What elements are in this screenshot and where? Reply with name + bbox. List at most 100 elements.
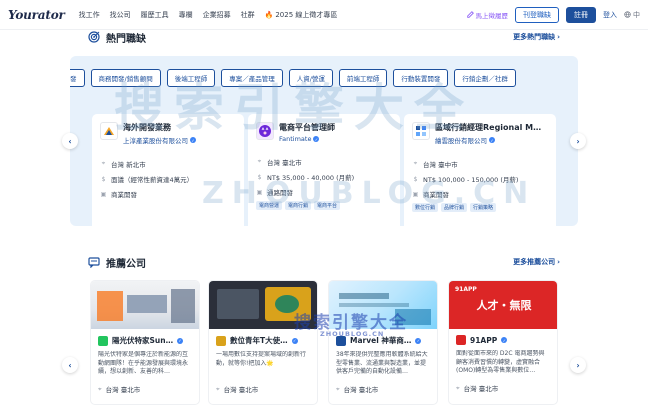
location-pin-icon: ⌖ (336, 384, 340, 393)
nav-find-jobs[interactable]: 找工作 (79, 10, 100, 20)
location-pin-icon: ⌖ (101, 160, 106, 167)
91app-cover-logo: 91APP (455, 286, 477, 293)
skill-chip[interactable]: 品牌行銷 (441, 203, 468, 212)
company-location: ⌖ 台灣 臺北市 (336, 384, 379, 395)
job-title[interactable]: 區域行銷經理Regional M… (435, 122, 541, 133)
company-card[interactable]: 數位青年T大使… ✓ 一場用數位支持提案場域的創新行動，就等你!把加入🌟 ⌖ 台灣… (208, 280, 318, 405)
money-icon: $ (413, 175, 418, 183)
company-name[interactable]: Fantimate ✓ (279, 135, 335, 143)
companies-next-button[interactable]: › (570, 357, 586, 373)
nav-online-job-fair[interactable]: 🔥 2025 線上徵才專區 (265, 10, 338, 20)
category-tag[interactable]: 前端工程師 (338, 69, 388, 87)
category-tag[interactable]: 人資/營運 (288, 69, 333, 87)
money-icon: $ (101, 175, 106, 183)
verified-icon: ✓ (177, 337, 184, 344)
category-tag[interactable]: 商務開發/銷售顧問 (90, 69, 161, 87)
category-tag[interactable]: 行動裝置開發 (393, 69, 449, 87)
nav-community[interactable]: 社群 (241, 10, 255, 20)
companies-prev-button[interactable]: ‹ (62, 357, 78, 373)
company-logo (456, 335, 466, 345)
skill-chip[interactable]: 行銷策略 (470, 203, 497, 212)
company-card[interactable]: 陽光伏特家Sun… ✓ 陽光伏特家是個專注於新能源的互動網團隊！在乎能源發展與環… (90, 280, 200, 405)
chevron-right-icon: › (557, 258, 560, 266)
more-hot-jobs-link[interactable]: 更多熱門職缺 › (513, 32, 560, 42)
more-hot-jobs-label: 更多熱門職缺 (513, 33, 556, 41)
register-button[interactable]: 註冊 (566, 7, 596, 23)
more-companies-link[interactable]: 更多推薦公司 › (513, 257, 560, 267)
company-cover-image (329, 281, 437, 329)
job-location: ⌖ 台灣 臺北市 (257, 158, 302, 167)
hot-jobs-heading: 熱門職缺 更多熱門職缺 › (88, 29, 560, 45)
company-name[interactable]: 繪雲股份有限公司 ✓ (435, 135, 541, 145)
company-cover-image: 91APP 人才・無限 (449, 281, 557, 329)
verified-icon: ✓ (291, 337, 298, 344)
nav-columns[interactable]: 專欄 (179, 10, 193, 20)
nav-online-job-fair-label: 2025 線上徵才專區 (275, 10, 338, 19)
company-logo (336, 335, 346, 346)
cover-slogan: 人才・無限 (476, 299, 532, 312)
post-job-button[interactable]: 刊登職缺 (515, 7, 559, 23)
location-pin-icon: ⌖ (98, 384, 102, 393)
recommended-companies-heading: 推薦公司 更多推薦公司 › (88, 254, 560, 270)
company-name[interactable]: 91APP (470, 336, 497, 345)
company-description: 38年來提供完整應用軟體系統給大型零售業、流通業與製造業，並提供客戶完備的自動化… (336, 351, 428, 376)
chevron-right-icon: › (557, 33, 560, 41)
category-tag[interactable]: 發 (70, 69, 85, 87)
company-name[interactable]: 數位青年T大使… (230, 335, 288, 346)
job-salary: $ NT$ 100,000 - 150,000 (月薪) (413, 175, 519, 185)
nav-resume-tools[interactable]: 履歷工具 (141, 10, 169, 20)
nav-employer-recruit[interactable]: 企業招募 (203, 10, 231, 20)
job-location: ⌖ 台灣 新北市 (101, 160, 146, 169)
money-icon: $ (257, 173, 262, 181)
globe-icon (624, 10, 631, 20)
carousel-next-button[interactable]: › (570, 133, 586, 149)
job-skill-tags: 數位行銷 品牌行銷 行銷策略 (412, 203, 548, 212)
job-salary: $ NT$ 35,000 - 40,000 (月薪) (257, 173, 355, 183)
category-tag[interactable]: 專案／產品管理 (221, 69, 283, 87)
company-cover-image (91, 281, 199, 329)
top-navigation-bar: Yourator 找工作 找公司 履歷工具 專欄 企業招募 社群 🔥 2025 … (0, 0, 648, 30)
verified-icon: ✓ (415, 337, 422, 344)
job-category: ▣ 通路開發 (256, 188, 293, 198)
language-switcher[interactable]: 中 (624, 10, 640, 20)
edit-icon (466, 10, 474, 20)
main-nav: 找工作 找公司 履歷工具 專欄 企業招募 社群 🔥 2025 線上徵才專區 (79, 10, 338, 20)
briefcase-icon: ▣ (412, 190, 419, 198)
company-name[interactable]: 陽光伏特家Sun… (112, 335, 173, 346)
login-link[interactable]: 登入 (603, 10, 617, 20)
header-actions: 馬上徵履歷 刊登職缺 註冊 登入 中 (466, 7, 640, 23)
company-name-label: 上淳產業股份有限公司 (123, 137, 188, 145)
company-logo (100, 122, 118, 140)
category-tag[interactable]: 行銷企劃／社群 (454, 69, 516, 87)
hire-resume-label: 馬上徵履歷 (475, 12, 509, 20)
job-card[interactable]: 區域行銷經理Regional M… 繪雲股份有限公司 ✓ ⌖ 台灣 臺中市 $ NT… (404, 114, 556, 226)
company-logo (98, 335, 108, 346)
verified-icon: ✓ (489, 137, 495, 143)
verified-icon: ✓ (313, 136, 320, 142)
yourator-logo[interactable]: Yourator (8, 8, 65, 22)
job-card[interactable]: 電商平台管理師 Fantimate ✓ ⌖ 台灣 臺北市 $ NT$ 35,000 … (248, 114, 400, 226)
company-name[interactable]: Marvel 神華商… (350, 335, 411, 346)
job-card[interactable]: 海外開發業務 上淳產業股份有限公司 ✓ ⌖ 台灣 新北市 $ 面議（經常性薪資達4萬… (92, 114, 244, 226)
job-salary: $ 面議（經常性薪資達4萬元） (101, 175, 194, 185)
company-name[interactable]: 上淳產業股份有限公司 ✓ (123, 135, 196, 145)
skill-chip[interactable]: 數位行銷 (412, 203, 439, 212)
company-card[interactable]: 91APP 人才・無限 91APP ✓ 面對從面市來的 D2C 電商趨勢與顧客消… (448, 280, 558, 405)
job-title[interactable]: 海外開發業務 (123, 122, 196, 133)
company-card[interactable]: Marvel 神華商… ✓ 38年來提供完整應用軟體系統給大型零售業、流通業與製… (328, 280, 438, 405)
language-label: 中 (633, 11, 640, 19)
skill-chip[interactable]: 電商營運 (256, 201, 283, 210)
hire-resume-link[interactable]: 馬上徵履歷 (466, 10, 509, 20)
company-location: ⌖ 台灣 臺北市 (216, 384, 259, 395)
hot-jobs-panel: 發 商務開發/銷售顧問 後端工程師 專案／產品管理 人資/營運 前端工程師 行動… (70, 56, 578, 226)
company-name-label: Fantimate (279, 135, 312, 143)
carousel-prev-button[interactable]: ‹ (62, 133, 78, 149)
job-title[interactable]: 電商平台管理師 (279, 122, 335, 133)
nav-find-companies[interactable]: 找公司 (110, 10, 131, 20)
company-name-label: 繪雲股份有限公司 (435, 137, 487, 145)
chat-bubble-icon (88, 256, 100, 268)
more-companies-label: 更多推薦公司 (513, 258, 556, 266)
skill-chip[interactable]: 電商平台 (314, 201, 341, 210)
category-tag[interactable]: 後端工程師 (166, 69, 216, 87)
skill-chip[interactable]: 電商行銷 (285, 201, 312, 210)
